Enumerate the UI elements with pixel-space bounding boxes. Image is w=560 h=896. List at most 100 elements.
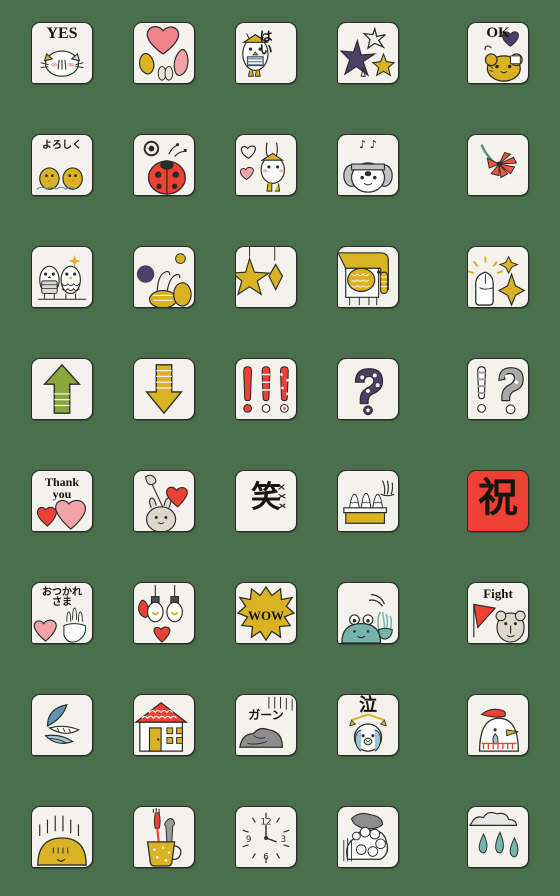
- emoji-grid: YES は い OK よろしく ♪ ♪ Thank you 笑 祝 おつかれ さ…: [0, 0, 560, 896]
- emoji-tile-rabbit-hearts[interactable]: [235, 134, 297, 196]
- emoji-tile-sunrise-chick[interactable]: [31, 806, 93, 868]
- emoji-cell-red-flower[interactable]: [447, 109, 549, 221]
- emoji-tile-ladybug[interactable]: [133, 134, 195, 196]
- emoji-tile-sheep-cloud[interactable]: [337, 806, 399, 868]
- toothbrush-icon: [134, 807, 194, 867]
- house-icon: [134, 695, 194, 755]
- emoji-cell-rain-cloud[interactable]: [447, 781, 549, 893]
- emoji-tile-wow-burst[interactable]: WOW: [235, 582, 297, 644]
- sunrise-icon: [32, 807, 92, 867]
- svg-text:3: 3: [281, 835, 287, 845]
- emoji-tile-hanging-star[interactable]: [235, 246, 297, 308]
- emoji-tile-kanji-iwai[interactable]: 祝: [467, 470, 529, 532]
- emoji-tile-cat-yes[interactable]: YES: [31, 22, 93, 84]
- owl-bird-icon: [236, 23, 296, 83]
- emoji-cell-arrow-down-yellow[interactable]: [113, 333, 215, 445]
- emoji-tile-red-flower[interactable]: [467, 134, 529, 196]
- snail-icon: [134, 247, 194, 307]
- emoji-cell-blue-leaves[interactable]: [11, 669, 113, 781]
- emoji-cell-ladybug[interactable]: [113, 109, 215, 221]
- emoji-tile-arrow-up-green[interactable]: [31, 358, 93, 420]
- emoji-tile-arrow-down-yellow[interactable]: [133, 358, 195, 420]
- emoji-cell-kanji-iwai[interactable]: 祝: [447, 445, 549, 557]
- emoji-cell-cat-yes[interactable]: YES: [11, 0, 113, 109]
- emoji-cell-question-gray[interactable]: [447, 333, 549, 445]
- emoji-cell-bear-ok[interactable]: OK: [447, 0, 549, 109]
- emoji-tile-chicken-tear[interactable]: [467, 694, 529, 756]
- emoji-tile-elephant-yellow[interactable]: [337, 246, 399, 308]
- emoji-tile-exclamation-red[interactable]: [235, 358, 297, 420]
- emoji-tile-birthday-cake[interactable]: [337, 470, 399, 532]
- emoji-tile-gaan-rock[interactable]: ガーン: [235, 694, 297, 756]
- emoji-cell-two-lightbulbs[interactable]: [113, 557, 215, 669]
- emoji-cell-wow-burst[interactable]: WOW: [215, 557, 317, 669]
- emoji-cell-chicken-tear[interactable]: [447, 669, 549, 781]
- leaves-icon: [32, 695, 92, 755]
- emoji-cell-thumbs-up-sparkle[interactable]: [447, 221, 549, 333]
- emoji-cell-exclamation-red[interactable]: [215, 333, 317, 445]
- emoji-label-kanji-iwai: 祝: [478, 474, 518, 521]
- emoji-cell-birthday-cake[interactable]: [317, 445, 419, 557]
- emoji-tile-bear-ok[interactable]: OK: [467, 22, 529, 84]
- emoji-tile-thank-you[interactable]: Thank you: [31, 470, 93, 532]
- emoji-tile-question-navy[interactable]: [337, 358, 399, 420]
- rabbit-heart-icon: [236, 135, 296, 195]
- emoji-cell-elephant-yellow[interactable]: [317, 221, 419, 333]
- emoji-tile-toothbrush-cup[interactable]: [133, 806, 195, 868]
- emoji-cell-rabbit-hearts[interactable]: [215, 109, 317, 221]
- emoji-cell-sunrise-chick[interactable]: [11, 781, 113, 893]
- emoji-cell-otsukaresama[interactable]: おつかれ さま: [11, 557, 113, 669]
- emoji-tile-red-roof-house[interactable]: [133, 694, 195, 756]
- flag-bear-icon: [468, 583, 528, 643]
- cake-icon: [338, 471, 398, 531]
- emoji-cell-arrow-up-green[interactable]: [11, 333, 113, 445]
- emoji-tile-blue-leaves[interactable]: [31, 694, 93, 756]
- cat-face-icon: [32, 23, 92, 83]
- emoji-cell-kanji-naku[interactable]: 泣: [317, 669, 419, 781]
- emoji-cell-sheep-cloud[interactable]: [317, 781, 419, 893]
- excl-red-icon: [236, 359, 296, 419]
- emoji-cell-hearts-pink[interactable]: [113, 0, 215, 109]
- emoji-tile-clock-face[interactable]: 12 3 6 9: [235, 806, 297, 868]
- hearts-icon: [134, 23, 194, 83]
- emoji-cell-rabbit-balloon[interactable]: [113, 445, 215, 557]
- emoji-tile-rabbit-balloon[interactable]: [133, 470, 195, 532]
- emoji-cell-snail-sprout[interactable]: [113, 221, 215, 333]
- emoji-cell-clock-face[interactable]: 12 3 6 9: [215, 781, 317, 893]
- emoji-cell-frog-waving[interactable]: [317, 557, 419, 669]
- emoji-tile-koala-music[interactable]: ♪ ♪: [337, 134, 399, 196]
- emoji-cell-two-owls-sparkle[interactable]: [11, 221, 113, 333]
- emoji-tile-stars-purple[interactable]: [337, 22, 399, 84]
- emoji-cell-koala-music[interactable]: ♪ ♪: [317, 109, 419, 221]
- emoji-tile-owl-hai[interactable]: は い: [235, 22, 297, 84]
- emoji-cell-fight-flag[interactable]: Fight: [447, 557, 549, 669]
- emoji-tile-two-lightbulbs[interactable]: [133, 582, 195, 644]
- rock-icon: [236, 695, 296, 755]
- emoji-cell-hanging-star[interactable]: [215, 221, 317, 333]
- emoji-tile-otsukaresama[interactable]: おつかれ さま: [31, 582, 93, 644]
- emoji-tile-thumbs-up-sparkle[interactable]: [467, 246, 529, 308]
- emoji-tile-hearts-pink[interactable]: [133, 22, 195, 84]
- elephant-icon: [338, 247, 398, 307]
- emoji-tile-rain-cloud[interactable]: [467, 806, 529, 868]
- emoji-cell-chicks-yoroshiku[interactable]: よろしく: [11, 109, 113, 221]
- emoji-cell-stars-purple[interactable]: [317, 0, 419, 109]
- emoji-cell-question-navy[interactable]: [317, 333, 419, 445]
- emoji-cell-owl-hai[interactable]: は い: [215, 0, 317, 109]
- sheep-icon: [338, 807, 398, 867]
- emoji-tile-two-owls-sparkle[interactable]: [31, 246, 93, 308]
- emoji-tile-kanji-naku[interactable]: 泣: [337, 694, 399, 756]
- emoji-cell-toothbrush-cup[interactable]: [113, 781, 215, 893]
- emoji-cell-thank-you[interactable]: Thank you: [11, 445, 113, 557]
- emoji-tile-question-gray[interactable]: [467, 358, 529, 420]
- emoji-tile-chicks-yoroshiku[interactable]: よろしく: [31, 134, 93, 196]
- emoji-cell-kanji-warau[interactable]: 笑: [215, 445, 317, 557]
- emoji-tile-snail-sprout[interactable]: [133, 246, 195, 308]
- emoji-tile-kanji-warau[interactable]: 笑: [235, 470, 297, 532]
- emoji-cell-red-roof-house[interactable]: [113, 669, 215, 781]
- thumbs-up-icon: [468, 247, 528, 307]
- emoji-cell-gaan-rock[interactable]: ガーン: [215, 669, 317, 781]
- frog-icon: [338, 583, 398, 643]
- emoji-tile-frog-waving[interactable]: [337, 582, 399, 644]
- emoji-tile-fight-flag[interactable]: Fight: [467, 582, 529, 644]
